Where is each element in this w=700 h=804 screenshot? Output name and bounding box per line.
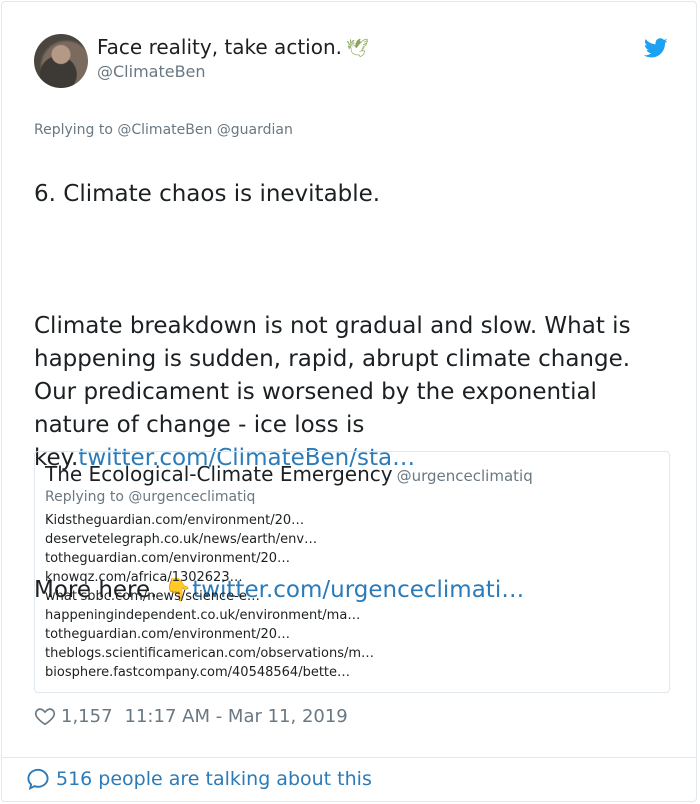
quoted-replying-to: Replying to @urgenceclimatiq xyxy=(45,489,256,505)
quoted-line: biosphere.fastcompany.com/40548564/bette… xyxy=(45,665,351,680)
author-handle[interactable]: @ClimateBen xyxy=(97,62,206,81)
quoted-line: theblogs.scientificamerican.com/observat… xyxy=(45,646,375,661)
quoted-line: happeningindependent.co.uk/environment/m… xyxy=(45,608,361,623)
quoted-line: totheguardian.com/environment/20… xyxy=(45,551,291,566)
dove-emoji-icon: 🕊 xyxy=(345,38,369,59)
conversation-link[interactable]: 516 people are talking about this xyxy=(26,767,372,791)
author-name-text: Face reality, take action. xyxy=(97,35,342,59)
quoted-text-lines: Kidstheguardian.com/environment/20… dese… xyxy=(45,511,659,682)
quoted-line: what'sbbc.com/news/science-e… xyxy=(45,589,260,604)
quoted-line: deservetelegraph.co.uk/news/earth/env… xyxy=(45,532,318,547)
tweet-timestamp[interactable]: 11:17 AM - Mar 11, 2019 xyxy=(125,706,348,727)
author-display-name[interactable]: Face reality, take action. 🕊 xyxy=(97,35,369,59)
quoted-line: Kidstheguardian.com/environment/20… xyxy=(45,513,305,528)
quoted-header: The Ecological-Climate Emergency @urgence… xyxy=(45,462,659,486)
quoted-author-handle: @urgenceclimatiq xyxy=(396,467,533,485)
twitter-bird-icon[interactable] xyxy=(642,36,670,60)
quoted-line: totheguardian.com/environment/20… xyxy=(45,627,291,642)
avatar[interactable] xyxy=(34,34,88,88)
quoted-author-name: The Ecological-Climate Emergency xyxy=(45,462,393,486)
quoted-tweet[interactable]: The Ecological-Climate Emergency @urgence… xyxy=(34,451,670,693)
quoted-line: knowqz.com/africa/1302623… xyxy=(45,570,243,585)
tweet-heading: 6. Climate chaos is inevitable. xyxy=(34,181,381,207)
tweet-card: Face reality, take action. 🕊 @ClimateBen … xyxy=(1,1,697,802)
heart-outline-icon[interactable] xyxy=(34,705,56,727)
like-count[interactable]: 1,157 xyxy=(61,706,113,727)
conversation-text: 516 people are talking about this xyxy=(56,768,372,790)
replying-to-line[interactable]: Replying to @ClimateBen @guardian xyxy=(34,122,293,138)
divider xyxy=(2,757,696,758)
speech-bubble-icon xyxy=(27,768,49,791)
tweet-meta: 1,157 11:17 AM - Mar 11, 2019 xyxy=(34,705,348,727)
